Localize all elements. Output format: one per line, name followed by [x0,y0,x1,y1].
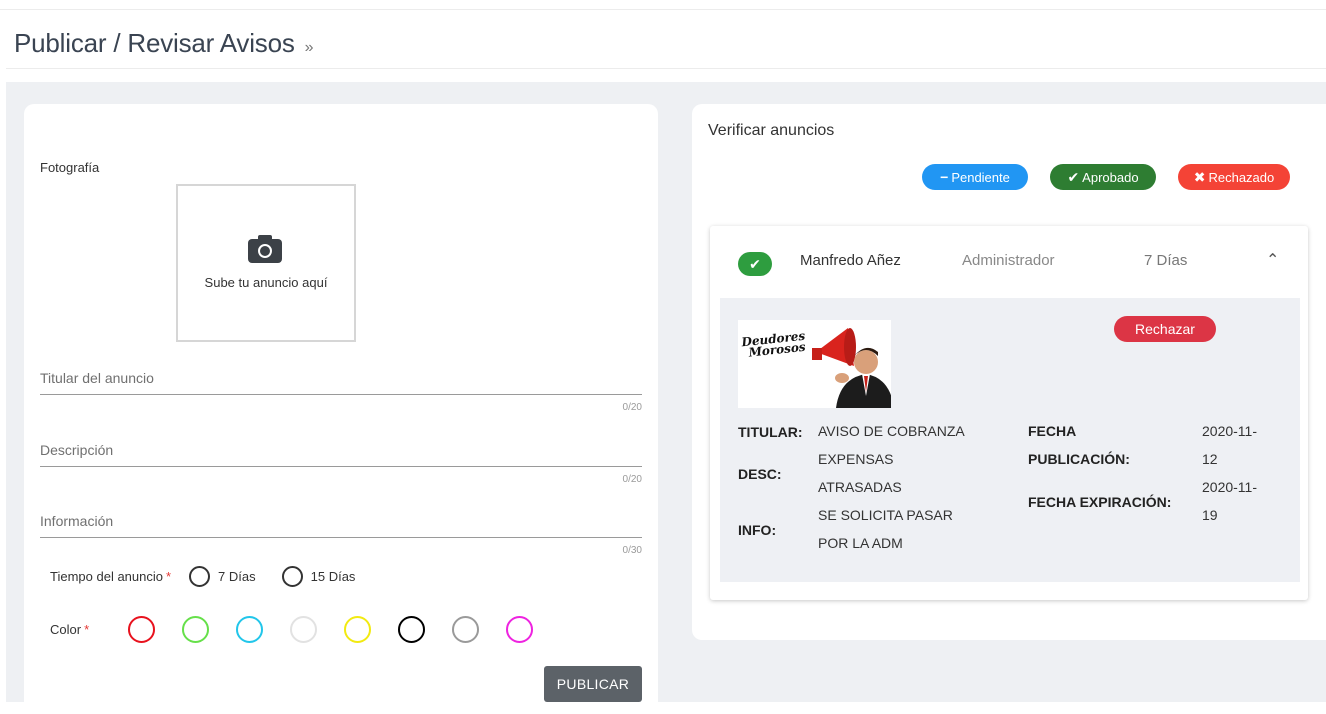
publish-button[interactable]: PUBLICAR [544,666,642,702]
color-swatch-green[interactable] [182,616,209,643]
headline-input[interactable]: Titular del anuncio [40,370,642,390]
color-swatch-cyan[interactable] [236,616,263,643]
page-title: Publicar / Revisar Avisos [14,28,295,58]
color-swatch-magenta[interactable] [506,616,533,643]
chevron-up-icon[interactable]: ⌃ [1266,250,1279,270]
check-icon: ✔ [1067,168,1080,185]
titular-label: TITULAR: [738,424,803,440]
photo-upload-area[interactable]: Sube tu anuncio aquí [176,184,356,342]
ad-duration: 7 Días [1144,252,1188,269]
verify-title: Verificar anuncios [708,122,835,139]
ad-item: ✔ Manfredo Añez Administrador 7 Días ⌃ D… [710,226,1308,600]
fecha-publicacion-label: FECHA PUBLICACIÓN: [1028,423,1130,467]
approved-status-badge: ✔ [738,252,772,276]
page-header: Publicar / Revisar Avisos » [14,28,314,62]
color-swatch-gray[interactable] [452,616,479,643]
camera-icon [248,233,284,265]
publish-form-card: Fotografía Sube tu anuncio aquí Titular … [24,104,658,714]
verify-ads-card: Verificar anuncios − Pendiente ✔ Aprobad… [692,104,1326,640]
ad-author: Manfredo Añez [800,252,901,269]
duration-group: Tiempo del anuncio * 7 Días 15 Días [50,566,355,587]
desc-label: DESC: [738,466,782,482]
photo-label: Fotografía [40,160,100,175]
color-swatch-light-gray[interactable] [290,616,317,643]
duration-option-7[interactable]: 7 Días [189,566,256,587]
desc-value: EXPENSAS ATRASADAS [818,451,902,495]
check-icon: ✔ [749,255,761,272]
ad-item-header[interactable]: ✔ Manfredo Añez Administrador 7 Días ⌃ [710,226,1308,296]
breadcrumb-chevron-icon: » [304,39,314,56]
color-swatch-red[interactable] [128,616,155,643]
color-swatch-yellow[interactable] [344,616,371,643]
duration-option-15[interactable]: 15 Días [281,566,355,587]
upload-text: Sube tu anuncio aquí [204,274,328,290]
megaphone-man-illustration [812,328,891,408]
duration-label: Tiempo del anuncio [50,569,163,584]
description-input[interactable]: Descripción [40,442,642,462]
fecha-expiracion-label: FECHA EXPIRACIÓN: [1028,494,1172,510]
radio-icon[interactable] [189,566,211,587]
ad-image: Deudores Morosos [738,320,891,408]
fecha-expiracion-value: 2020-11- 19 [1202,479,1258,523]
ad-item-details: Deudores Morosos Rechazar TITULAR: AVISO… [720,298,1300,582]
information-counter: 0/30 [622,545,642,556]
required-mark: * [165,569,172,584]
headline-field[interactable]: Titular del anuncio 0/20 [40,370,642,413]
information-input[interactable]: Información [40,513,642,533]
minus-icon: − [940,169,949,185]
description-field[interactable]: Descripción 0/20 [40,442,642,485]
ad-author-role: Administrador [962,252,1055,269]
filter-rejected-button[interactable]: ✖ Rechazado [1178,164,1290,190]
description-counter: 0/20 [622,474,642,485]
headline-counter: 0/20 [622,402,642,413]
reject-button[interactable]: Rechazar [1114,316,1216,342]
radio-icon[interactable] [281,566,303,587]
fecha-publicacion-value: 2020-11- 12 [1202,423,1258,467]
filter-pending-button[interactable]: − Pendiente [922,164,1028,190]
color-label: Color * [50,622,90,637]
filter-approved-button[interactable]: ✔ Aprobado [1050,164,1156,190]
color-swatch-black[interactable] [398,616,425,643]
information-field[interactable]: Información 0/30 [40,513,642,556]
header-divider [6,68,1326,69]
x-icon: ✖ [1193,168,1206,185]
top-divider [0,9,1326,10]
color-group: Color * [50,616,560,643]
titular-value: AVISO DE COBRANZA [818,423,965,439]
info-label: INFO: [738,522,777,538]
info-value: SE SOLICITA PASAR POR LA ADM [818,507,953,551]
